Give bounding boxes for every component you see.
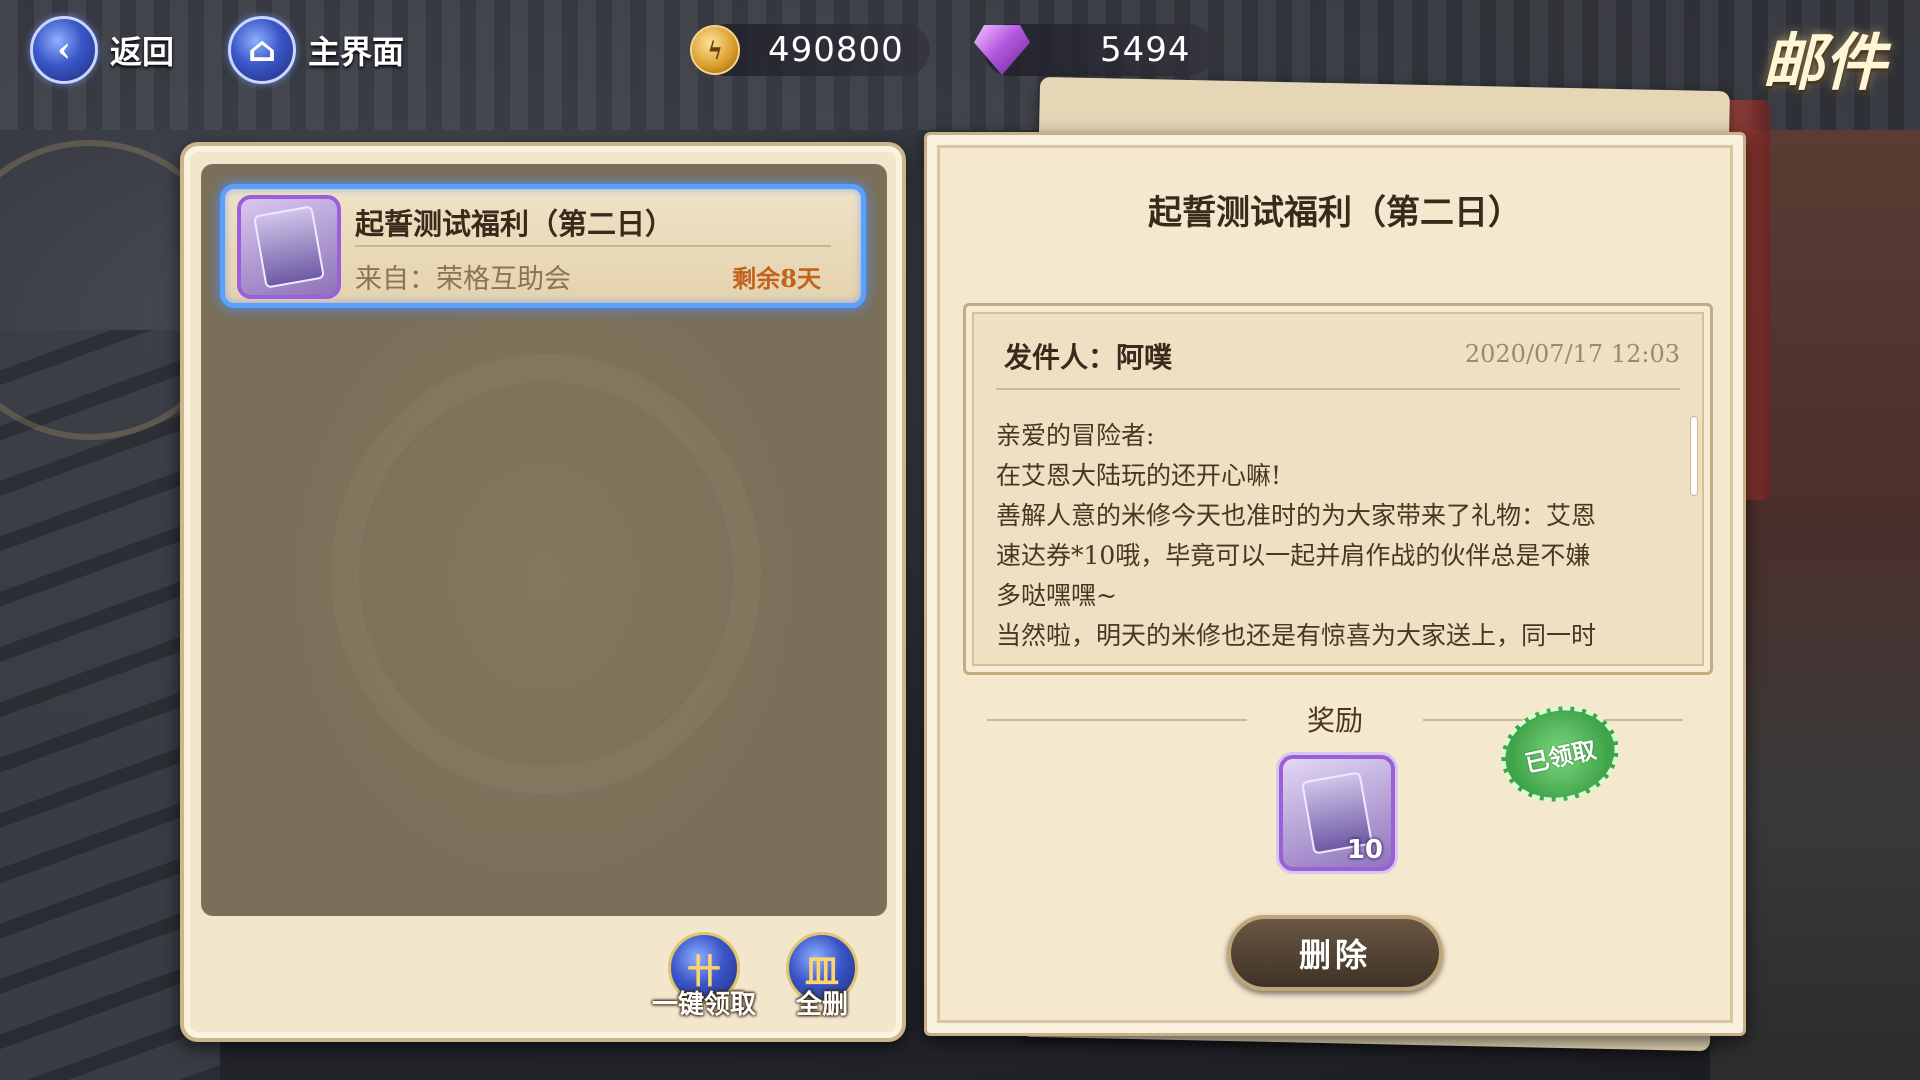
delete-button[interactable]: 删除 xyxy=(1227,915,1443,991)
gold-counter: ϟ 490800 xyxy=(690,24,930,76)
gem-amount: 5494 xyxy=(1100,30,1191,70)
reward-quantity: 10 xyxy=(1346,835,1383,865)
mail-item-sender: 来自：荣格互助会 xyxy=(355,264,571,295)
mail-item-title: 起誓测试福利（第二日） xyxy=(355,207,675,241)
home-button[interactable]: ⌂ 主界面 xyxy=(228,14,404,86)
letter-line: 多哒嘿嘿~ xyxy=(996,581,1117,610)
diamond-icon xyxy=(974,25,1030,75)
letter-line: 速达券*10哦，毕竟可以一起并肩作战的伙伴总是不嫌 xyxy=(996,541,1591,570)
letter-scrollbar[interactable] xyxy=(1690,416,1698,496)
mail-item-divider xyxy=(355,245,831,247)
page-title: 邮件 xyxy=(1761,26,1886,99)
claimed-stamp-label: 已领取 xyxy=(1522,734,1599,778)
mail-list-panel: 起誓测试福利（第二日） 来自：荣格互助会 剩余8天 卄 一键领取 皿 全删 xyxy=(180,142,906,1042)
ticket-icon xyxy=(253,205,325,289)
mail-item-remaining-days: 剩余8天 xyxy=(732,264,821,293)
mail-sender: 发件人：阿噗 xyxy=(1004,341,1173,374)
delete-label: 删除 xyxy=(1298,936,1371,974)
gold-amount: 490800 xyxy=(768,30,904,70)
letter-divider xyxy=(996,388,1680,390)
mail-detail-title: 起誓测试福利（第二日） xyxy=(1148,193,1522,233)
back-arrow-icon: ‹ xyxy=(30,16,98,84)
gem-counter: 5494 xyxy=(974,24,1214,76)
gold-coin-icon: ϟ xyxy=(690,25,740,75)
mail-attachment-icon xyxy=(237,195,341,299)
wing-emblem-watermark xyxy=(331,354,761,794)
delete-all-button[interactable]: 皿 全删 xyxy=(762,932,882,1032)
back-label: 返回 xyxy=(110,33,175,71)
letter-line: 在艾恩大陆玩的还开心嘛! xyxy=(996,461,1282,490)
mail-sent-time: 2020/07/17 12:03 xyxy=(1464,340,1680,368)
mail-detail-panel: 起誓测试福利（第二日） 发件人：阿噗 2020/07/17 12:03 亲爱的冒… xyxy=(924,132,1746,1036)
delete-all-label: 全删 xyxy=(795,990,848,1020)
letter-line: 当然啦，明天的米修也还是有惊喜为大家送上，同一时 xyxy=(996,621,1597,650)
reward-item[interactable]: 10 xyxy=(1279,755,1395,871)
letter-box: 发件人：阿噗 2020/07/17 12:03 亲爱的冒险者: 在艾恩大陆玩的还… xyxy=(963,303,1713,675)
top-bar: ‹ 返回 ⌂ 主界面 ϟ 490800 5494 邮件 xyxy=(0,0,1920,100)
back-button[interactable]: ‹ 返回 xyxy=(30,14,174,86)
home-icon: ⌂ xyxy=(228,16,296,84)
claim-all-label: 一键领取 xyxy=(651,990,756,1020)
letter-line: 善解人意的米修今天也准时的为大家带来了礼物：艾恩 xyxy=(996,501,1597,530)
letter-body[interactable]: 亲爱的冒险者: 在艾恩大陆玩的还开心嘛! 善解人意的米修今天也准时的为大家带来了… xyxy=(996,416,1686,660)
claim-all-button[interactable]: 卄 一键领取 xyxy=(644,932,764,1032)
letter-line: 亲爱的冒险者: xyxy=(996,421,1155,450)
home-label: 主界面 xyxy=(308,33,405,71)
mail-list-item[interactable]: 起誓测试福利（第二日） 来自：荣格互助会 剩余8天 xyxy=(220,184,866,308)
